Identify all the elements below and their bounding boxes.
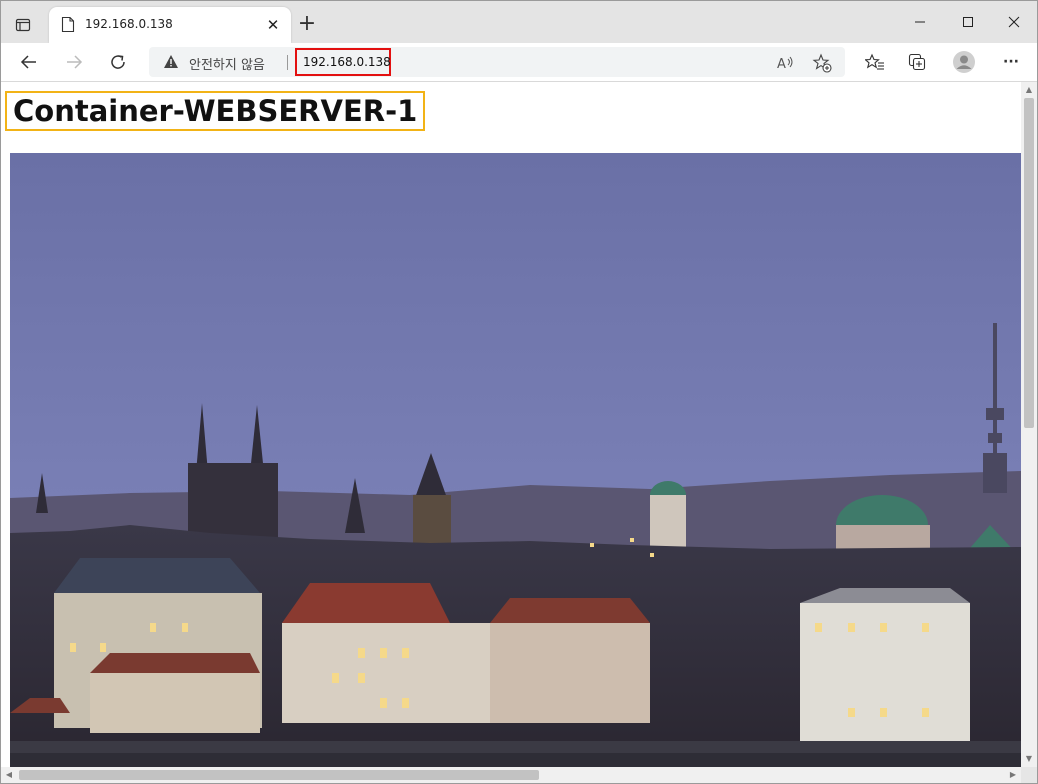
tab-title: 192.168.0.138 xyxy=(85,17,173,31)
page-viewport: Container-WEBSERVER-1 xyxy=(1,82,1021,767)
url-highlight-box: 192.168.0.138 xyxy=(295,48,391,76)
horizontal-scrollbar[interactable]: ◀ ▶ xyxy=(1,767,1021,783)
refresh-icon[interactable] xyxy=(104,48,132,76)
scroll-left-icon[interactable]: ◀ xyxy=(1,767,17,783)
close-window-button[interactable] xyxy=(991,9,1037,35)
not-secure-label[interactable]: 안전하지 않음 xyxy=(189,54,265,73)
browser-tab[interactable]: 192.168.0.138 ✕ xyxy=(49,7,291,43)
back-arrow-icon[interactable] xyxy=(15,48,43,76)
browser-window: 192.168.0.138 ✕ + 안전하지 않음 192.168.0.138 … xyxy=(0,0,1038,784)
maximize-button[interactable] xyxy=(945,9,991,35)
warning-icon[interactable] xyxy=(163,54,179,73)
minimize-button[interactable] xyxy=(897,9,943,35)
page-heading: Container-WEBSERVER-1 xyxy=(5,91,426,131)
navigation-toolbar: 안전하지 않음 192.168.0.138 A ··· xyxy=(1,43,1037,82)
new-tab-button[interactable]: + xyxy=(295,13,319,37)
page-icon xyxy=(61,16,75,33)
vertical-scroll-thumb[interactable] xyxy=(1024,98,1034,428)
vertical-scrollbar[interactable]: ▲ ▼ xyxy=(1021,82,1037,767)
scroll-right-icon[interactable]: ▶ xyxy=(1005,767,1021,783)
close-tab-icon[interactable]: ✕ xyxy=(263,15,283,35)
city-skyline-photo xyxy=(10,153,1021,767)
horizontal-scroll-thumb[interactable] xyxy=(19,770,539,780)
tab-strip: 192.168.0.138 ✕ + xyxy=(1,1,1037,43)
tab-actions-icon[interactable] xyxy=(9,11,37,39)
scroll-up-icon[interactable]: ▲ xyxy=(1021,82,1037,98)
read-aloud-icon[interactable]: A xyxy=(775,52,797,74)
scrollbar-corner xyxy=(1021,767,1037,783)
more-icon[interactable]: ··· xyxy=(997,48,1025,76)
scroll-down-icon[interactable]: ▼ xyxy=(1021,751,1037,767)
favorites-icon[interactable] xyxy=(861,48,889,76)
svg-text:A: A xyxy=(777,57,786,72)
add-favorite-icon[interactable] xyxy=(811,52,833,74)
address-bar[interactable]: 안전하지 않음 192.168.0.138 A xyxy=(149,47,845,77)
address-separator xyxy=(287,55,288,70)
profile-icon[interactable] xyxy=(950,48,978,76)
collections-icon[interactable] xyxy=(904,48,932,76)
url-text[interactable]: 192.168.0.138 xyxy=(303,55,391,69)
forward-arrow-icon[interactable] xyxy=(60,48,88,76)
